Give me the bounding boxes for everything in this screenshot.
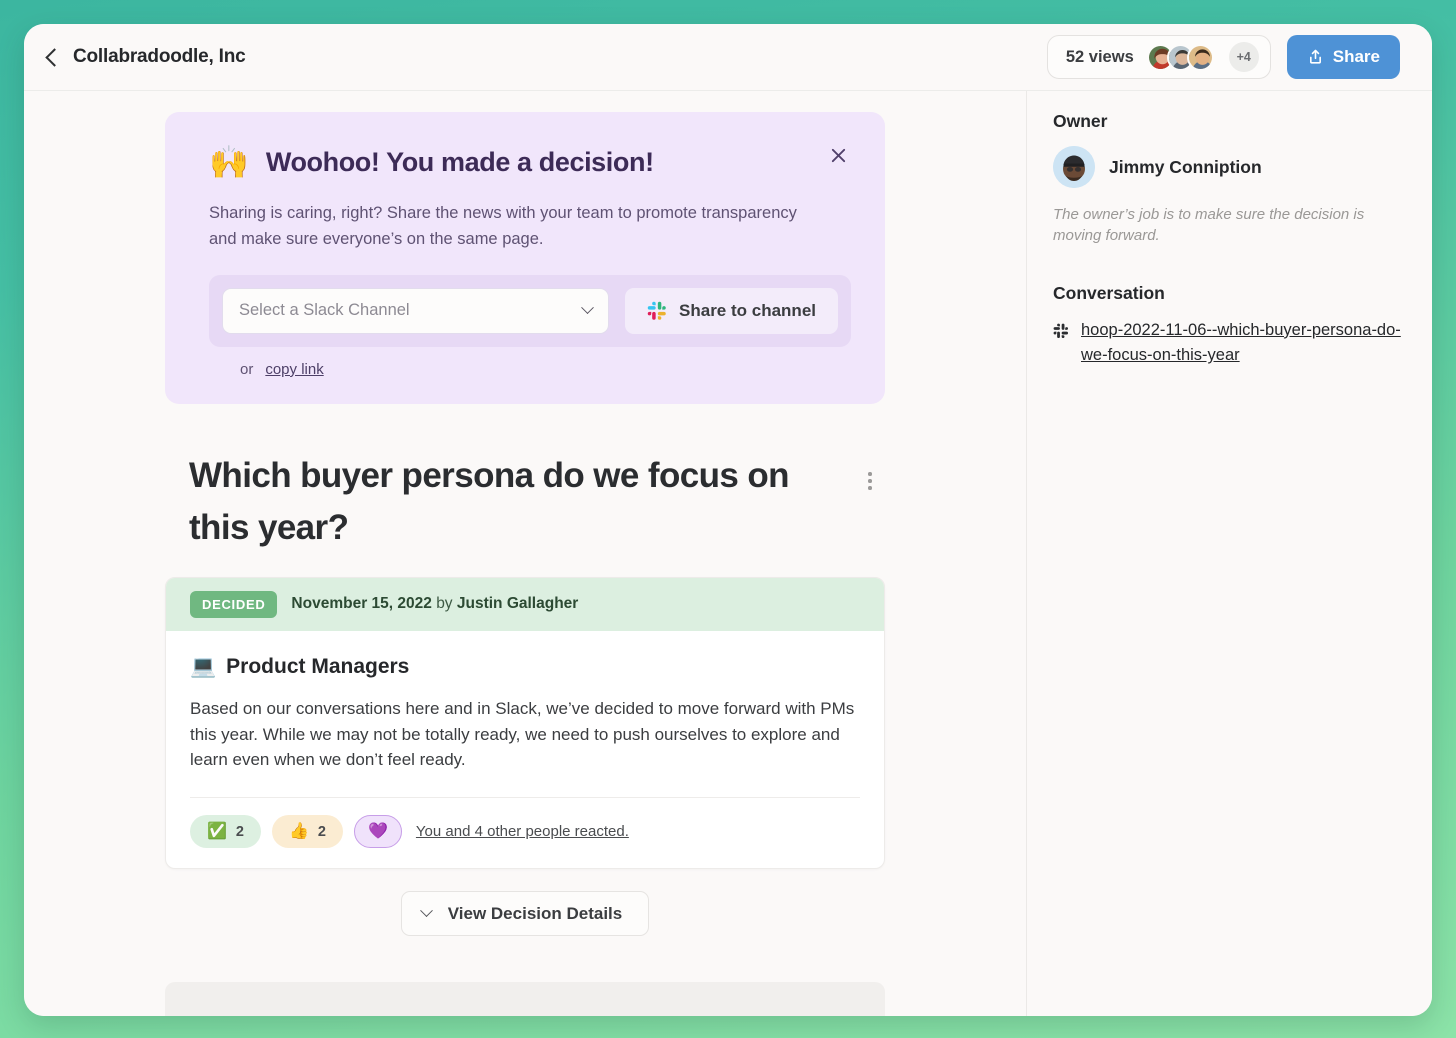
or-label: or — [240, 360, 254, 378]
owner-row[interactable]: Jimmy Conniption — [1053, 146, 1402, 188]
slack-channel-select[interactable]: Select a Slack Channel — [222, 287, 610, 334]
banner-heading-row: 🙌 Woohoo! You made a decision! — [209, 146, 851, 178]
banner-title: Woohoo! You made a decision! — [265, 146, 654, 177]
share-to-channel-label: Share to channel — [679, 300, 816, 320]
decision-rationale: Based on our conversations here and in S… — [190, 698, 855, 770]
avatar-overflow-count: +4 — [1228, 42, 1259, 72]
owner-description: The owner’s job is to make sure the deci… — [1053, 206, 1365, 245]
banner-subtitle: Sharing is caring, right? Share the news… — [209, 204, 797, 249]
top-bar: Collabradoodle, Inc 52 views +4 Share — [24, 24, 1432, 91]
decision-card-body: 💻 Product Managers Based on our conversa… — [166, 631, 884, 868]
top-bar-actions: 52 views +4 Share — [1046, 35, 1400, 79]
page-title: Which buyer persona do we focus on this … — [189, 455, 790, 548]
slack-share-row: Select a Slack Channel Share to channel — [209, 274, 851, 347]
share-button[interactable]: Share — [1286, 35, 1400, 79]
revisit-decision-section[interactable]: Revisit Decision — [165, 982, 885, 1016]
share-button-label: Share — [1332, 47, 1380, 66]
conversation-link[interactable]: hoop-2022-11-06--which-buyer-persona-do-… — [1081, 318, 1402, 369]
reaction-chip-check[interactable]: ✅ 2 — [190, 815, 261, 849]
reactions-summary[interactable]: You and 4 other people reacted. — [416, 823, 629, 840]
reaction-count: 2 — [317, 823, 326, 840]
breadcrumb: Collabradoodle, Inc — [73, 46, 246, 67]
kebab-menu-icon[interactable] — [857, 468, 883, 494]
avatar — [1053, 146, 1095, 188]
by-word: by — [436, 595, 453, 613]
purple-heart-emoji: 💜 — [368, 822, 388, 840]
check-mark-emoji: ✅ — [207, 822, 227, 840]
raising-hands-emoji: 🙌 — [209, 144, 249, 180]
conversation-heading: Conversation — [1053, 282, 1165, 303]
decision-title-row: Which buyer persona do we focus on this … — [165, 450, 885, 555]
share-decision-banner: 🙌 Woohoo! You made a decision! Sharing i… — [165, 112, 885, 404]
decision-card-header: DECIDED November 15, 2022 by Justin Gall… — [166, 577, 884, 631]
decision-author: Justin Gallagher — [456, 595, 579, 613]
views-count: 52 views — [1065, 47, 1134, 66]
decision-meta: November 15, 2022 by Justin Gallagher — [291, 595, 578, 613]
view-decision-details-button[interactable]: View Decision Details — [400, 891, 650, 937]
view-decision-details-label: View Decision Details — [447, 903, 623, 923]
share-upload-icon — [1309, 49, 1321, 64]
thumbs-up-emoji: 👍 — [289, 822, 309, 840]
reactions-row: ✅ 2 👍 2 💜 You and 4 other people reacted… — [190, 797, 860, 868]
decision-option-title-row: 💻 Product Managers — [190, 655, 860, 679]
share-to-channel-button[interactable]: Share to channel — [625, 287, 838, 334]
reaction-count: 2 — [235, 823, 244, 840]
viewer-avatar-stack — [1146, 43, 1214, 71]
owner-name: Jimmy Conniption — [1109, 156, 1262, 177]
reaction-chip-heart[interactable]: 💜 — [354, 815, 402, 849]
decision-option-title: Product Managers — [226, 654, 410, 678]
main-content-column: 🙌 Woohoo! You made a decision! Sharing i… — [24, 91, 1027, 1016]
views-pill[interactable]: 52 views +4 — [1046, 35, 1271, 79]
chevron-down-icon — [419, 904, 433, 918]
slack-icon — [1053, 323, 1068, 338]
app-window: Collabradoodle, Inc 52 views +4 Share 🙌 … — [24, 24, 1432, 1016]
owner-heading: Owner — [1053, 111, 1108, 131]
avatar — [1186, 43, 1214, 71]
close-icon[interactable] — [829, 142, 855, 168]
conversation-row: hoop-2022-11-06--which-buyer-persona-do-… — [1053, 318, 1402, 369]
laptop-emoji: 💻 — [190, 655, 217, 679]
status-badge: DECIDED — [190, 590, 278, 618]
chevron-left-icon — [45, 47, 64, 67]
slack-icon — [647, 301, 666, 320]
slack-channel-placeholder: Select a Slack Channel — [239, 301, 410, 320]
details-sidebar: Owner Jimmy Conniption The owner’s job i… — [1027, 91, 1432, 1016]
copy-link-row: or copy link — [209, 361, 851, 378]
back-breadcrumb-button[interactable]: Collabradoodle, Inc — [45, 46, 246, 68]
chevron-down-icon — [581, 301, 594, 315]
copy-link-button[interactable]: copy link — [265, 361, 323, 378]
decision-card: DECIDED November 15, 2022 by Justin Gall… — [165, 576, 885, 870]
reaction-chip-thumbsup[interactable]: 👍 2 — [272, 815, 343, 849]
page-body: 🙌 Woohoo! You made a decision! Sharing i… — [24, 91, 1432, 1016]
decision-date: November 15, 2022 — [291, 595, 432, 613]
view-details-row: View Decision Details — [165, 891, 885, 937]
